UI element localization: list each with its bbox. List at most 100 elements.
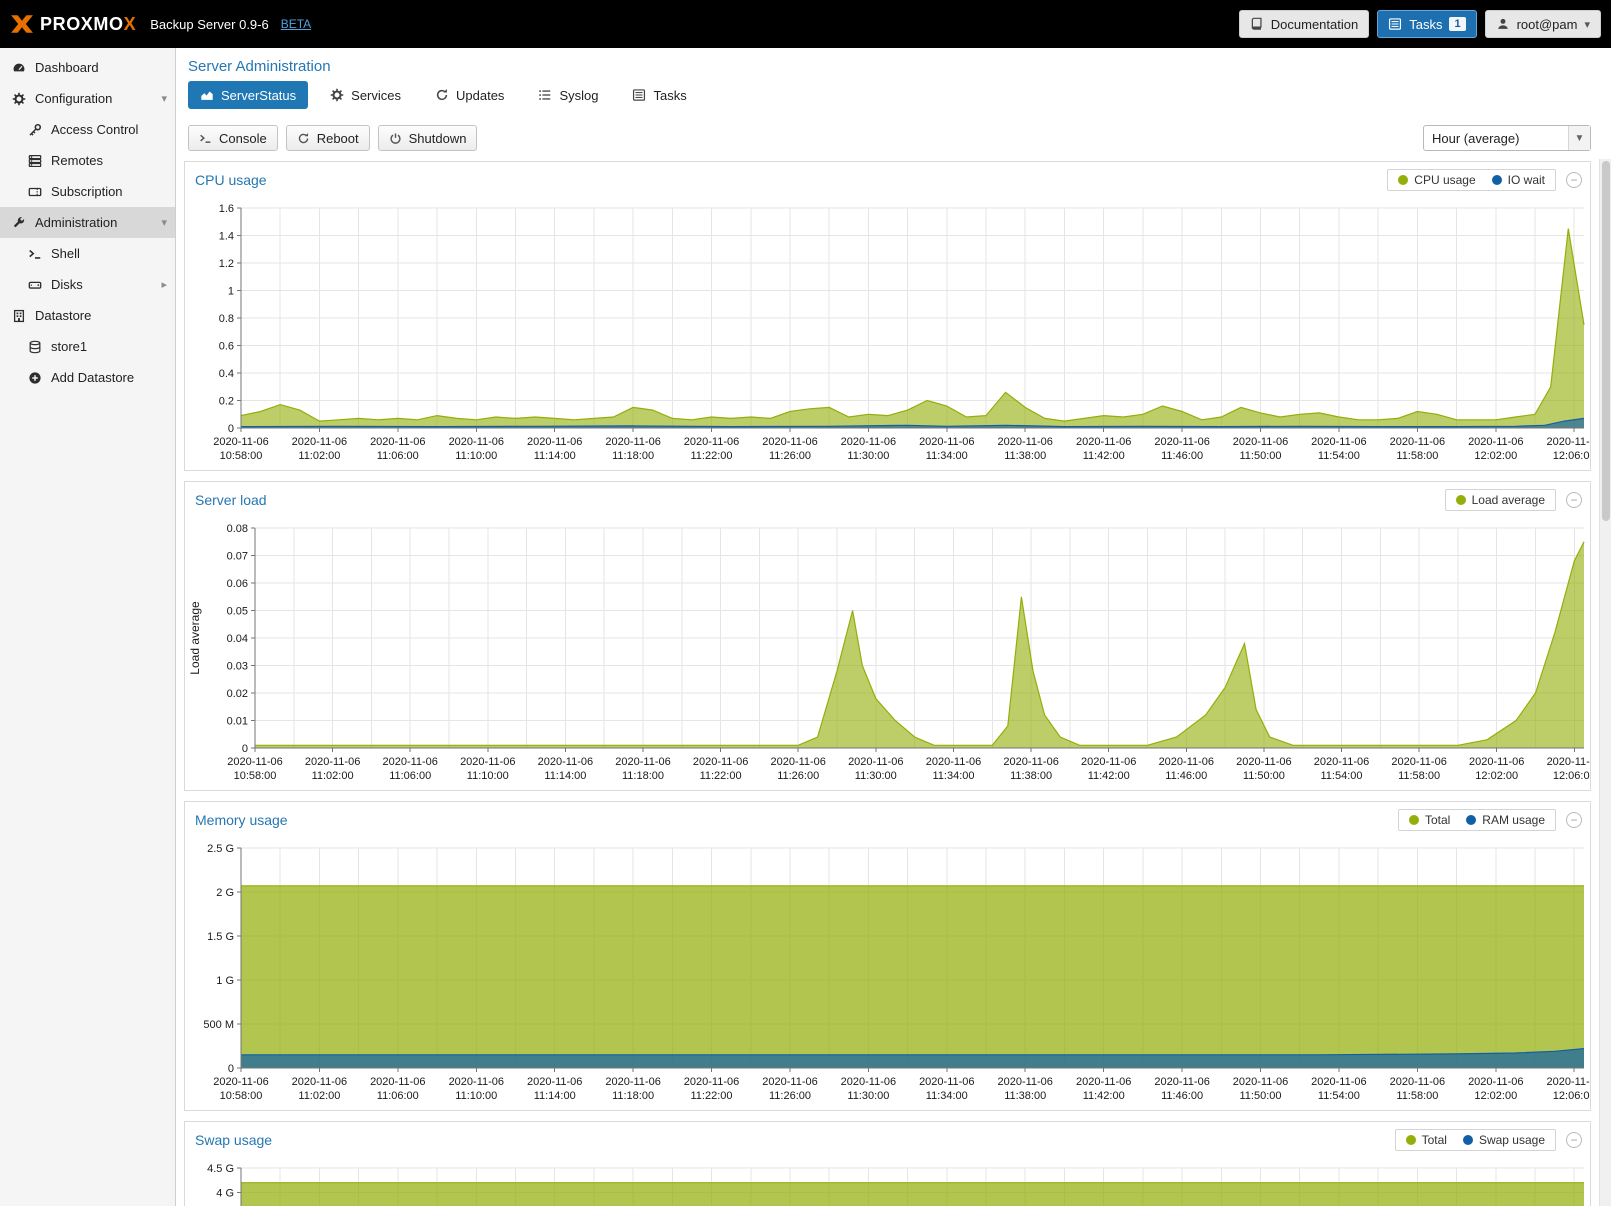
panel-header: CPU usage CPU usage IO wait − bbox=[185, 162, 1590, 198]
svg-text:11:54:00: 11:54:00 bbox=[1318, 450, 1360, 462]
legend-item[interactable]: Load average bbox=[1456, 493, 1545, 507]
tab-tasks[interactable]: Tasks bbox=[620, 81, 698, 109]
book-icon bbox=[1250, 17, 1264, 31]
panels-container: CPU usage CPU usageIO wait − 00.20.40.60… bbox=[176, 159, 1611, 1206]
svg-text:2020-11-06: 2020-11-06 bbox=[1159, 756, 1214, 768]
combo-caret-icon[interactable]: ▼ bbox=[1568, 126, 1590, 150]
console-button[interactable]: Console bbox=[188, 125, 278, 151]
refresh-icon bbox=[297, 132, 310, 145]
list-icon bbox=[538, 88, 552, 102]
legend-dot-icon bbox=[1463, 1135, 1473, 1145]
svg-text:2020-11-06: 2020-11-06 bbox=[841, 436, 896, 448]
svg-text:2020-11-06: 2020-11-06 bbox=[292, 1076, 347, 1088]
svg-text:2020-11-06: 2020-11-06 bbox=[1391, 756, 1446, 768]
legend-item[interactable]: Total bbox=[1406, 1133, 1447, 1147]
sidebar-item-shell[interactable]: Shell bbox=[0, 238, 175, 269]
user-menu-button[interactable]: root@pam ▾ bbox=[1485, 10, 1601, 38]
load-chart-svg: 00.010.020.030.040.050.060.070.082020-11… bbox=[185, 518, 1590, 790]
svg-text:4.5 G: 4.5 G bbox=[207, 1163, 234, 1175]
legend-dot-icon bbox=[1398, 175, 1408, 185]
memory-usage-panel: Memory usage TotalRAM usage − 0500 M1 G1… bbox=[184, 801, 1591, 1111]
tasks-list-icon bbox=[632, 88, 646, 102]
svg-text:2020-11-06: 2020-11-06 bbox=[1076, 436, 1131, 448]
svg-text:11:22:00: 11:22:00 bbox=[700, 770, 742, 782]
scrollbar-thumb[interactable] bbox=[1602, 161, 1610, 521]
sidebar-item-store1[interactable]: store1 bbox=[0, 331, 175, 362]
sidebar-item-add-datastore[interactable]: Add Datastore bbox=[0, 362, 175, 393]
page-title: Server Administration bbox=[176, 48, 1611, 81]
svg-text:2020-11-06: 2020-11-06 bbox=[684, 1076, 739, 1088]
svg-text:2020-11-06: 2020-11-06 bbox=[926, 756, 981, 768]
sidebar-item-configuration[interactable]: Configuration ▾ bbox=[0, 83, 175, 114]
svg-text:2020-11-06: 2020-11-06 bbox=[292, 436, 347, 448]
svg-text:0.07: 0.07 bbox=[227, 551, 248, 563]
swap-usage-panel: Swap usage TotalSwap usage − 0500 M1 G1.… bbox=[184, 1121, 1591, 1206]
svg-text:0: 0 bbox=[228, 1063, 234, 1075]
svg-text:2020-11-06: 2020-11-06 bbox=[449, 436, 504, 448]
svg-text:11:18:00: 11:18:00 bbox=[612, 1090, 654, 1102]
legend-dot-icon bbox=[1466, 815, 1476, 825]
collapse-panel-button[interactable]: − bbox=[1566, 812, 1582, 828]
legend-item[interactable]: Total bbox=[1409, 813, 1450, 827]
svg-text:2020-11-06: 2020-11-06 bbox=[1546, 1076, 1590, 1088]
svg-text:2020-11-06: 2020-11-06 bbox=[1233, 1076, 1288, 1088]
panel-title: Server load bbox=[195, 492, 267, 508]
tasks-button[interactable]: Tasks 1 bbox=[1377, 10, 1476, 38]
legend-dot-icon bbox=[1492, 175, 1502, 185]
svg-text:11:06:00: 11:06:00 bbox=[377, 450, 419, 462]
svg-text:2020-11-06: 2020-11-06 bbox=[919, 436, 974, 448]
svg-text:11:54:00: 11:54:00 bbox=[1320, 770, 1362, 782]
sidebar-item-remotes[interactable]: Remotes bbox=[0, 145, 175, 176]
svg-text:4 G: 4 G bbox=[216, 1187, 234, 1199]
svg-text:2020-11-06: 2020-11-06 bbox=[213, 1076, 268, 1088]
svg-text:2020-11-06: 2020-11-06 bbox=[227, 756, 282, 768]
legend-item[interactable]: IO wait bbox=[1492, 173, 1545, 187]
tab-serverstatus[interactable]: ServerStatus bbox=[188, 81, 308, 109]
proxmox-backup-app: PROXMOX Backup Server 0.9-6 BETA Documen… bbox=[0, 0, 1611, 1206]
collapse-panel-button[interactable]: − bbox=[1566, 1132, 1582, 1148]
documentation-button[interactable]: Documentation bbox=[1239, 10, 1369, 38]
svg-text:11:14:00: 11:14:00 bbox=[544, 770, 586, 782]
svg-text:2020-11-06: 2020-11-06 bbox=[615, 756, 670, 768]
sidebar-item-datastore[interactable]: Datastore bbox=[0, 300, 175, 331]
wrench-icon bbox=[12, 216, 26, 230]
svg-text:0.02: 0.02 bbox=[227, 688, 248, 700]
tab-syslog[interactable]: Syslog bbox=[526, 81, 610, 109]
svg-text:11:18:00: 11:18:00 bbox=[612, 450, 654, 462]
user-icon bbox=[1496, 17, 1510, 31]
svg-text:0.4: 0.4 bbox=[219, 368, 234, 380]
refresh-icon bbox=[435, 88, 449, 102]
legend-item[interactable]: Swap usage bbox=[1463, 1133, 1545, 1147]
time-range-select[interactable]: Hour (average) ▼ bbox=[1423, 125, 1591, 151]
collapse-panel-button[interactable]: − bbox=[1566, 492, 1582, 508]
sidebar-item-subscription[interactable]: Subscription bbox=[0, 176, 175, 207]
sidebar-item-dashboard[interactable]: Dashboard bbox=[0, 52, 175, 83]
shutdown-button[interactable]: Shutdown bbox=[378, 125, 478, 151]
svg-text:11:06:00: 11:06:00 bbox=[389, 770, 431, 782]
svg-text:2020-11-06: 2020-11-06 bbox=[538, 756, 593, 768]
beta-link[interactable]: BETA bbox=[281, 17, 311, 31]
reboot-button[interactable]: Reboot bbox=[286, 125, 370, 151]
svg-text:11:50:00: 11:50:00 bbox=[1239, 450, 1281, 462]
chevron-down-icon: ▾ bbox=[161, 92, 167, 105]
sidebar-item-administration[interactable]: Administration ▾ bbox=[0, 207, 175, 238]
svg-text:2020-11-06: 2020-11-06 bbox=[684, 436, 739, 448]
sidebar-item-access-control[interactable]: Access Control bbox=[0, 114, 175, 145]
tab-updates[interactable]: Updates bbox=[423, 81, 516, 109]
legend-item[interactable]: RAM usage bbox=[1466, 813, 1545, 827]
main-row: Dashboard Configuration ▾ Access Control bbox=[0, 48, 1611, 1206]
svg-text:11:34:00: 11:34:00 bbox=[926, 1090, 968, 1102]
svg-text:11:14:00: 11:14:00 bbox=[534, 450, 576, 462]
vertical-scrollbar[interactable] bbox=[1599, 159, 1611, 1206]
panel-title: CPU usage bbox=[195, 172, 267, 188]
collapse-panel-button[interactable]: − bbox=[1566, 172, 1582, 188]
svg-text:11:58:00: 11:58:00 bbox=[1396, 1090, 1438, 1102]
cpu-chart-svg: 00.20.40.60.811.21.41.62020-11-0610:58:0… bbox=[185, 198, 1590, 470]
svg-text:1: 1 bbox=[228, 286, 234, 298]
sidebar-item-disks[interactable]: Disks ▸ bbox=[0, 269, 175, 300]
tab-services[interactable]: Services bbox=[318, 81, 413, 109]
svg-text:2020-11-06: 2020-11-06 bbox=[841, 1076, 896, 1088]
chevron-down-icon: ▾ bbox=[1584, 18, 1590, 31]
svg-text:11:18:00: 11:18:00 bbox=[622, 770, 664, 782]
legend-item[interactable]: CPU usage bbox=[1398, 173, 1475, 187]
